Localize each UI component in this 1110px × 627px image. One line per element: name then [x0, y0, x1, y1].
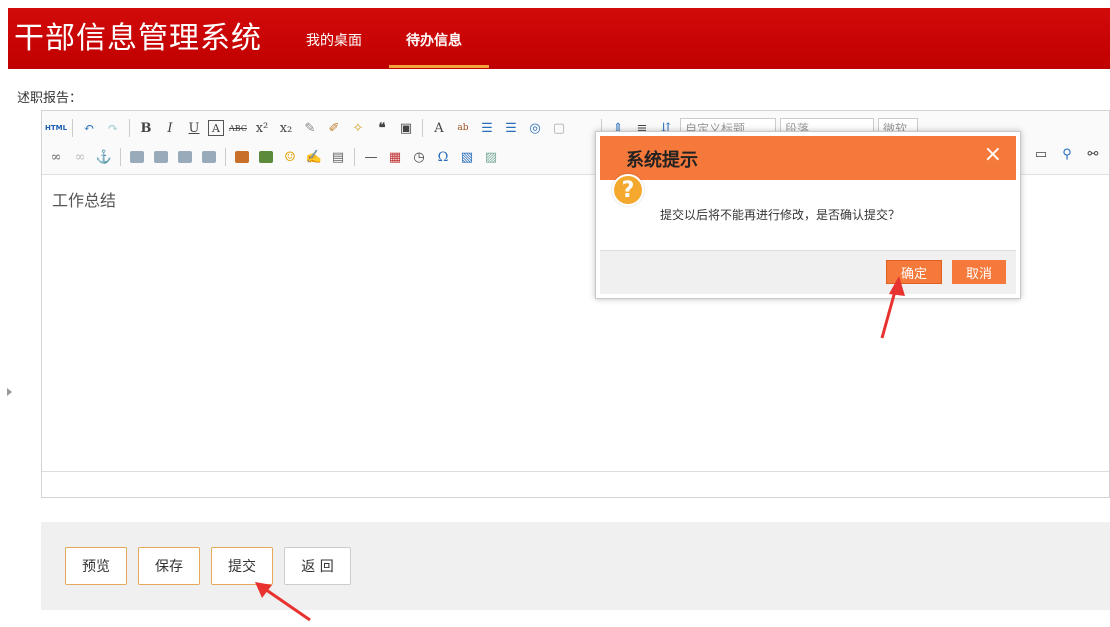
- toolbar-right-group: ▭ ⚲ ⚯: [1031, 144, 1103, 164]
- app-title: 干部信息管理系统: [14, 21, 262, 56]
- underline-icon[interactable]: U: [184, 118, 204, 138]
- search-replace-icon[interactable]: ⚯: [1083, 144, 1103, 164]
- font-border-icon[interactable]: A: [208, 120, 224, 136]
- editor-content-text[interactable]: 工作总结: [52, 187, 116, 211]
- image-float-right-icon[interactable]: [175, 147, 195, 167]
- editor-bottom-border: [42, 471, 1109, 472]
- page: 干部信息管理系统 我的桌面 待办信息 述职报告： HTML ↶ ↷ B I U …: [0, 0, 1110, 627]
- horizontal-rule-icon[interactable]: —: [361, 147, 381, 167]
- question-icon: ?: [612, 174, 644, 206]
- blockquote-icon[interactable]: ❝: [372, 118, 392, 138]
- print-icon[interactable]: ▭: [1031, 144, 1051, 164]
- collapse-arrow-icon[interactable]: [7, 388, 12, 396]
- html-source-button[interactable]: HTML: [45, 118, 67, 138]
- undo-icon[interactable]: ↶: [79, 118, 99, 138]
- nav-tab-desktop[interactable]: 我的桌面: [306, 32, 362, 50]
- auto-format-icon[interactable]: ✧: [348, 118, 368, 138]
- dialog-header: 系统提示 ×: [600, 136, 1016, 180]
- section-label: 述职报告：: [17, 91, 83, 106]
- toolbar-divider: [129, 119, 130, 137]
- toolbar-row-2: ∞ ∞ ⚓ ☺ ✍ ▤ — ▦ ◷ Ω ▧ ▨: [46, 144, 501, 170]
- template-icon[interactable]: ▤: [328, 147, 348, 167]
- toolbar-divider: [120, 148, 121, 166]
- scrawl-icon[interactable]: ✍: [304, 147, 324, 167]
- image-center-icon[interactable]: [199, 147, 219, 167]
- back-button[interactable]: 返 回: [284, 547, 351, 585]
- nav-tab-todo[interactable]: 待办信息: [406, 32, 462, 50]
- multi-image-icon[interactable]: [256, 147, 276, 167]
- eraser-icon[interactable]: ✎: [300, 118, 320, 138]
- highlight-icon[interactable]: ab: [453, 118, 473, 138]
- toolbar-divider: [422, 119, 423, 137]
- italic-icon[interactable]: I: [160, 118, 180, 138]
- anchor-icon[interactable]: ⚓: [94, 147, 114, 167]
- dialog-title: 系统提示: [626, 150, 698, 171]
- submit-button[interactable]: 提交: [211, 547, 273, 585]
- link-icon[interactable]: ∞: [46, 147, 66, 167]
- confirm-dialog: 系统提示 × ? 提交以后将不能再进行修改，是否确认提交？ 确定 取消: [595, 131, 1021, 299]
- nav-active-underline: [389, 65, 489, 68]
- font-color-icon[interactable]: A: [429, 118, 449, 138]
- toolbar-divider: [354, 148, 355, 166]
- action-bar: [41, 522, 1110, 610]
- clear-doc-icon[interactable]: ▢: [549, 118, 569, 138]
- superscript-icon[interactable]: x²: [252, 118, 272, 138]
- ordered-list-icon[interactable]: ☰: [477, 118, 497, 138]
- subscript-icon[interactable]: x₂: [276, 118, 296, 138]
- unlink-icon[interactable]: ∞: [70, 147, 90, 167]
- confirm-button[interactable]: 确定: [886, 260, 942, 284]
- special-char-icon[interactable]: Ω: [433, 147, 453, 167]
- wordimage-icon[interactable]: ▨: [481, 147, 501, 167]
- select-all-icon[interactable]: ◎: [525, 118, 545, 138]
- toolbar-divider: [225, 148, 226, 166]
- save-button[interactable]: 保存: [138, 547, 200, 585]
- bold-icon[interactable]: B: [136, 118, 156, 138]
- preview-button[interactable]: 预览: [65, 547, 127, 585]
- emotion-icon[interactable]: ☺: [280, 147, 300, 167]
- paste-text-icon[interactable]: ▣: [396, 118, 416, 138]
- format-brush-icon[interactable]: ✐: [324, 118, 344, 138]
- image-float-left-icon[interactable]: [151, 147, 171, 167]
- snapscreen-icon[interactable]: ▧: [457, 147, 477, 167]
- unordered-list-icon[interactable]: ☰: [501, 118, 521, 138]
- cancel-button[interactable]: 取消: [952, 260, 1006, 284]
- image-float-none-icon[interactable]: [127, 147, 147, 167]
- time-icon[interactable]: ◷: [409, 147, 429, 167]
- dialog-message: 提交以后将不能再进行修改，是否确认提交？: [660, 208, 901, 222]
- insert-image-icon[interactable]: [232, 147, 252, 167]
- strikethrough-icon[interactable]: ABC: [228, 118, 248, 138]
- header-bar: 干部信息管理系统 我的桌面 待办信息: [8, 8, 1110, 69]
- close-icon[interactable]: ×: [984, 142, 1002, 167]
- preview-icon[interactable]: ⚲: [1057, 144, 1077, 164]
- redo-icon[interactable]: ↷: [103, 118, 123, 138]
- toolbar-divider: [72, 119, 73, 137]
- date-icon[interactable]: ▦: [385, 147, 405, 167]
